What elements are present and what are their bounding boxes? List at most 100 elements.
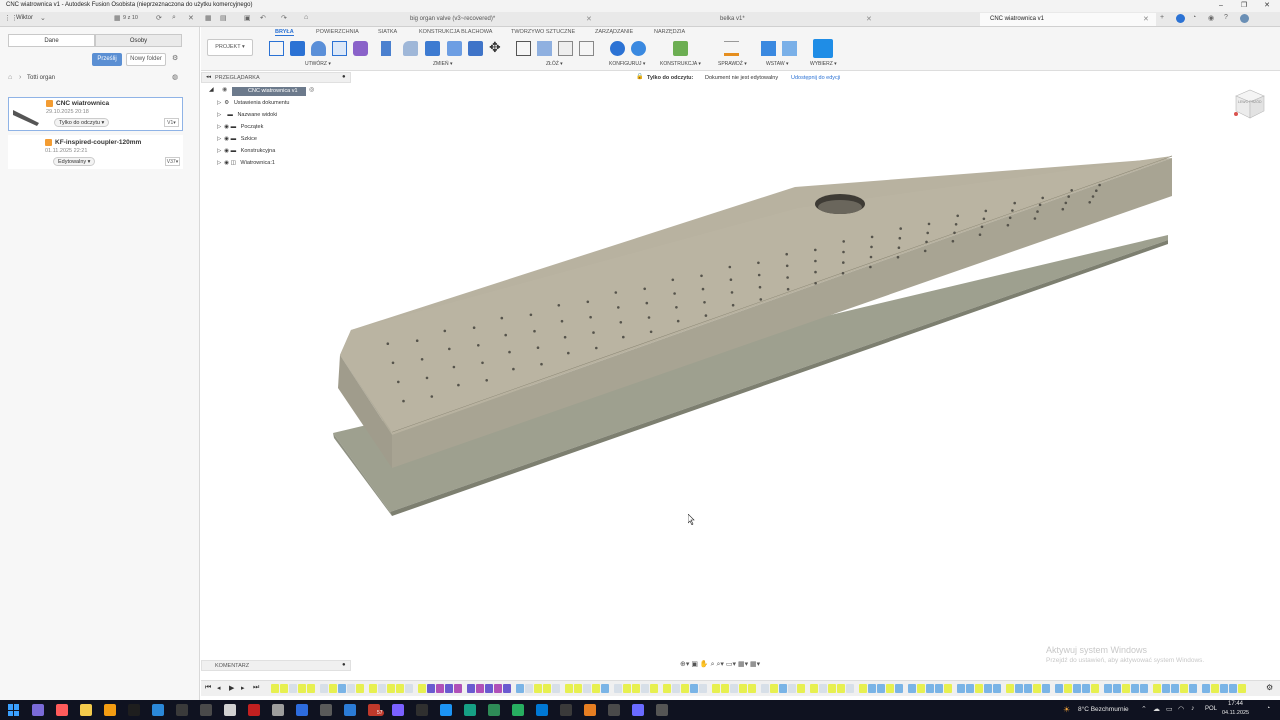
timeline-feature[interactable]	[908, 684, 916, 693]
close-icon[interactable]: ✕	[1143, 13, 1149, 26]
close-panel-icon[interactable]: ✕	[188, 14, 194, 22]
undo-icon[interactable]: ↶	[260, 14, 266, 22]
close-icon[interactable]: ✕	[586, 13, 592, 26]
timeline-feature[interactable]	[748, 684, 756, 693]
cloud-icon[interactable]: ☁	[1153, 705, 1160, 713]
taskbar-app-icon[interactable]	[440, 704, 452, 716]
tab-siatka[interactable]: SIATKA	[378, 29, 397, 35]
group-zmien[interactable]: ZMIEŃ ▾	[433, 61, 452, 67]
taskbar-app-icon[interactable]	[272, 704, 284, 716]
share-for-edit-link[interactable]: Udostępnij do edycji	[791, 75, 840, 81]
timeline-feature[interactable]	[476, 684, 484, 693]
timeline-feature[interactable]	[779, 684, 787, 693]
timeline-feature[interactable]	[427, 684, 435, 693]
timeline-feature[interactable]	[993, 684, 1001, 693]
timeline-feature[interactable]	[583, 684, 591, 693]
taskbar-app-icon[interactable]	[584, 704, 596, 716]
status-badge[interactable]: Tylko do odczytu ▾	[54, 118, 110, 127]
extrude-icon[interactable]	[290, 41, 305, 56]
timeline-feature[interactable]	[289, 684, 297, 693]
timeline-end-icon[interactable]: ⏭	[253, 684, 259, 692]
weather-text[interactable]: 8°C Bezchmurnie	[1078, 706, 1129, 713]
form-icon[interactable]	[353, 41, 368, 56]
measure-icon[interactable]	[724, 41, 739, 56]
timeline-feature[interactable]	[868, 684, 876, 693]
taskbar-app-icon[interactable]	[128, 704, 140, 716]
pin-icon[interactable]: ●	[342, 74, 346, 80]
timeline-feature[interactable]	[788, 684, 796, 693]
collapse-icon[interactable]: ◂◂	[206, 74, 211, 80]
taskbar-app-icon[interactable]	[80, 704, 92, 716]
group-zloz[interactable]: ZŁÓŻ ▾	[546, 61, 563, 67]
timeline-feature[interactable]	[307, 684, 315, 693]
timeline-feature[interactable]	[1140, 684, 1148, 693]
timeline-feature[interactable]	[877, 684, 885, 693]
timeline-feature[interactable]	[886, 684, 894, 693]
tray-chevron-icon[interactable]: ⌃	[1141, 705, 1147, 713]
look-at-icon[interactable]: ▣	[691, 661, 698, 668]
browser-node[interactable]: ▷ ◉ ◫ Wiatrownica:1	[217, 158, 275, 169]
timeline-feature[interactable]	[1189, 684, 1197, 693]
avatar[interactable]	[1240, 14, 1249, 23]
search-icon[interactable]: ⌕	[172, 14, 176, 22]
zoom-icon[interactable]: ⌕	[711, 661, 715, 668]
parameters-icon[interactable]	[610, 41, 625, 56]
status-badge[interactable]: Edytowalny ▾	[53, 157, 96, 166]
group-wybierz[interactable]: WYBIERZ ▾	[810, 61, 837, 67]
taskbar-app-icon[interactable]	[320, 704, 332, 716]
close-button[interactable]: ✕	[1256, 0, 1278, 12]
tab-big-organ-valve[interactable]: big organ valve (v3~recovered)* ✕	[400, 13, 600, 26]
timeline-feature[interactable]	[387, 684, 395, 693]
timeline-feature[interactable]	[828, 684, 836, 693]
timeline-feature[interactable]	[761, 684, 769, 693]
tab-zarzadzanie[interactable]: ZARZĄDZANIE	[595, 29, 633, 35]
timeline-feature[interactable]	[623, 684, 631, 693]
timeline-feature[interactable]	[721, 684, 729, 693]
timeline-feature[interactable]	[957, 684, 965, 693]
timeline-feature[interactable]	[1024, 684, 1032, 693]
app-grid-icon[interactable]: ▦	[205, 14, 212, 22]
tab-cnc-wiatrownica[interactable]: CNC wiatrownica v1 ✕	[980, 13, 1156, 26]
new-tab-button[interactable]: +	[1160, 14, 1164, 21]
timeline-play-icon[interactable]: ▶	[229, 684, 234, 692]
display-settings-icon[interactable]: ▭	[726, 661, 733, 668]
timeline-feature[interactable]	[347, 684, 355, 693]
timeline-feature[interactable]	[1202, 684, 1210, 693]
refresh-icon[interactable]: ⟳	[156, 14, 162, 22]
move-icon[interactable]: ✥	[489, 39, 501, 56]
taskbar-app-icon[interactable]	[560, 704, 572, 716]
timeline-feature[interactable]	[485, 684, 493, 693]
home-icon[interactable]: ⌂	[8, 74, 12, 81]
comments-panel[interactable]: KOMENTARZ ●	[201, 660, 351, 671]
timeline-feature[interactable]	[663, 684, 671, 693]
timeline-feature[interactable]	[1153, 684, 1161, 693]
timeline-feature[interactable]	[418, 684, 426, 693]
timeline-feature[interactable]	[926, 684, 934, 693]
timeline-feature[interactable]	[1064, 684, 1072, 693]
browser-node[interactable]: ▷ ◉ ▬ Szkice	[217, 134, 257, 145]
tab-belka[interactable]: belka v1* ✕	[710, 13, 880, 26]
timeline-feature[interactable]	[846, 684, 854, 693]
group-wstaw[interactable]: WSTAW ▾	[766, 61, 789, 67]
create-sketch-icon[interactable]	[269, 41, 284, 56]
timeline-feature[interactable]	[614, 684, 622, 693]
browser-node[interactable]: ▷ ◉ ▬ Konstrukcyjna	[217, 146, 275, 157]
timeline-feature[interactable]	[810, 684, 818, 693]
timeline-start-icon[interactable]: ⏮	[205, 684, 211, 692]
eye-icon[interactable]: ◉	[222, 86, 227, 93]
timeline-feature[interactable]	[739, 684, 747, 693]
timeline-feature[interactable]	[690, 684, 698, 693]
orbit-icon[interactable]: ⊕	[680, 661, 686, 668]
browser-root[interactable]: CNC wiatrownica v1	[232, 87, 306, 96]
browser-node[interactable]: ▷ ▬ Nazwane widoki	[217, 110, 277, 121]
timeline-feature[interactable]	[298, 684, 306, 693]
taskbar-app-icon[interactable]	[488, 704, 500, 716]
taskbar-app-icon[interactable]	[608, 704, 620, 716]
timeline-feature[interactable]	[329, 684, 337, 693]
timeline-feature[interactable]	[1113, 684, 1121, 693]
user-menu[interactable]: Wiktor	[16, 15, 33, 21]
close-icon[interactable]: ✕	[866, 13, 872, 26]
timeline-feature[interactable]	[672, 684, 680, 693]
joint-icon[interactable]	[537, 41, 552, 56]
expand-icon[interactable]: ◢	[209, 86, 214, 93]
